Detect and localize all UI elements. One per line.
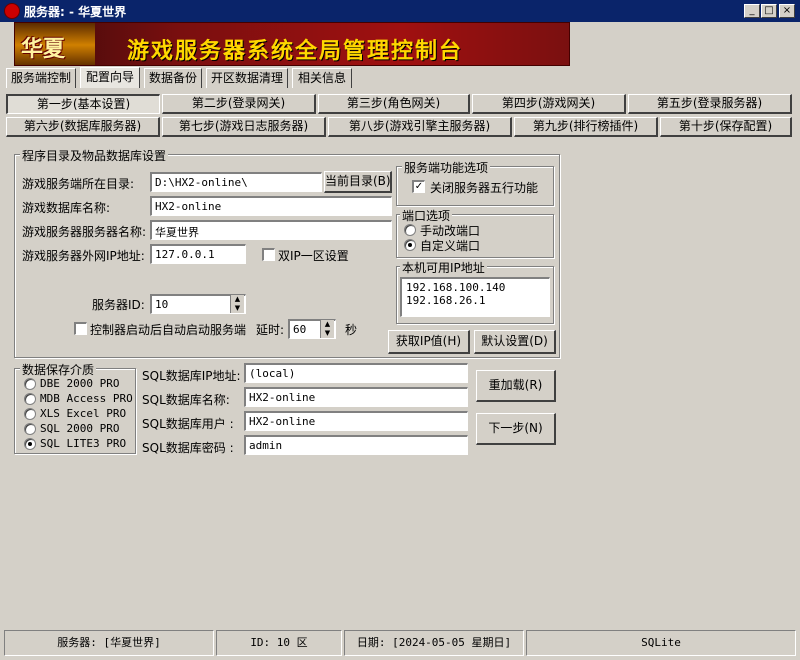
dual-ip-checkbox[interactable] [262,248,275,261]
delay-unit: 秒 [345,323,358,337]
autostart-checkbox[interactable] [74,322,87,335]
tab-related-info[interactable]: 相关信息 [292,68,352,88]
title-bar: 服务器: - 华夏世界 _ □ × [0,0,800,22]
storage-label-sqlite: SQL LITE3 PRO [40,437,127,450]
storage-radio-sqlite[interactable] [24,438,36,450]
storage-radio-mdb[interactable] [24,393,36,405]
db-name-label: 游戏数据库名称: [22,201,111,215]
step1-button[interactable]: 第一步(基本设置) [6,94,160,114]
ip-label: 游戏服务器外网IP地址: [22,249,145,263]
storage-legend: 数据保存介质 [20,361,97,378]
ip-input[interactable]: 127.0.0.1 [150,244,246,264]
dual-ip-label: 双IP一区设置 [278,249,349,263]
delay-label: 延时: [256,323,285,337]
reload-button[interactable]: 重加载(R) [476,370,556,402]
storage-label-sql2000: SQL 2000 PRO [40,422,120,435]
step7-button[interactable]: 第七步(游戏日志服务器) [162,117,326,137]
app-window: 服务器: - 华夏世界 _ □ × 华夏 游戏服务器系统全局管理控制台 服务端控… [0,0,800,660]
close-five-checkbox[interactable]: ✓ [412,180,425,193]
storage-radio-sql2000[interactable] [24,423,36,435]
sql-password-input[interactable]: admin [244,435,468,455]
minimize-button[interactable]: _ [744,4,760,18]
dir-settings-legend: 程序目录及物品数据库设置 [20,147,169,164]
default-settings-button[interactable]: 默认设置(D) [474,330,556,354]
status-db: SQLite [526,630,796,656]
server-id-label: 服务器ID: [92,298,145,312]
banner: 华夏 游戏服务器系统全局管理控制台 [14,22,570,66]
custom-port-radio[interactable] [404,239,416,251]
func-options-legend: 服务端功能选项 [402,159,491,176]
banner-title: 游戏服务器系统全局管理控制台 [127,39,464,64]
step4-button[interactable]: 第四步(游戏网关) [472,94,626,114]
server-dir-input[interactable]: D:\HX2-online\ [150,172,322,192]
spin-down-icon[interactable]: ▼ [231,304,244,313]
storage-radio-xls[interactable] [24,408,36,420]
manual-port-radio[interactable] [404,224,416,236]
custom-port-label: 自定义端口 [420,239,481,253]
app-icon[interactable] [4,3,20,19]
local-ip-legend: 本机可用IP地址 [400,259,487,276]
sql-user-label: SQL数据库用户 : [142,417,234,431]
storage-label-xls: XLS Excel PRO [40,407,127,420]
status-date: 日期: [2024-05-05 星期日] [344,630,524,656]
step3-button[interactable]: 第三步(角色网关) [318,94,470,114]
close-button[interactable]: × [779,4,795,18]
delay-spinner[interactable]: ▲ ▼ [320,320,334,338]
tab-server-control[interactable]: 服务端控制 [6,68,76,88]
close-five-label: 关闭服务器五行功能 [430,181,539,195]
autostart-label: 控制器启动后自动启动服务端 [90,323,247,337]
current-dir-button[interactable]: 当前目录(B) [324,171,392,193]
game-logo: 华夏 [15,23,95,65]
step5-button[interactable]: 第五步(登录服务器) [628,94,792,114]
status-server: 服务器: [华夏世界] [4,630,214,656]
step6-button[interactable]: 第六步(数据库服务器) [6,117,160,137]
logo-text: 华夏 [21,37,66,62]
storage-label-dbe: DBE 2000 PRO [40,377,120,390]
storage-radio-dbe[interactable] [24,378,36,390]
server-id-spinner[interactable]: ▲ ▼ [230,295,244,313]
list-item[interactable]: 192.168.26.1 [406,294,545,307]
step9-button[interactable]: 第九步(排行榜插件) [514,117,658,137]
db-name-input[interactable]: HX2-online [150,196,392,216]
tab-data-backup[interactable]: 数据备份 [144,68,202,88]
sql-ip-label: SQL数据库IP地址: [142,369,241,383]
sql-name-input[interactable]: HX2-online [244,387,468,407]
sql-name-label: SQL数据库名称: [142,393,230,407]
step10-button[interactable]: 第十步(保存配置) [660,117,792,137]
step2-button[interactable]: 第二步(登录网关) [162,94,316,114]
spin-down-icon[interactable]: ▼ [321,329,334,338]
server-dir-label: 游戏服务端所在目录: [22,177,135,191]
tab-config-wizard[interactable]: 配置向导 [80,67,140,88]
window-title: 服务器: - 华夏世界 [24,5,127,19]
maximize-button[interactable]: □ [761,4,777,18]
spin-up-icon[interactable]: ▲ [321,320,334,329]
sql-user-input[interactable]: HX2-online [244,411,468,431]
get-ip-button[interactable]: 获取IP值(H) [388,330,470,354]
sql-password-label: SQL数据库密码 : [142,441,234,455]
sql-ip-input[interactable]: (local) [244,363,468,383]
next-step-button[interactable]: 下一步(N) [476,413,556,445]
status-id: ID: 10 区 [216,630,342,656]
local-ip-list[interactable]: 192.168.100.140 192.168.26.1 [400,277,550,317]
spin-up-icon[interactable]: ▲ [231,295,244,304]
list-item[interactable]: 192.168.100.140 [406,281,545,294]
step8-button[interactable]: 第八步(游戏引擎主服务器) [328,117,512,137]
tab-data-cleanup[interactable]: 开区数据清理 [206,68,288,88]
server-name-label: 游戏服务器服务器名称: [22,225,147,239]
server-name-input[interactable]: 华夏世界 [150,220,392,240]
storage-label-mdb: MDB Access PRO [40,392,133,405]
